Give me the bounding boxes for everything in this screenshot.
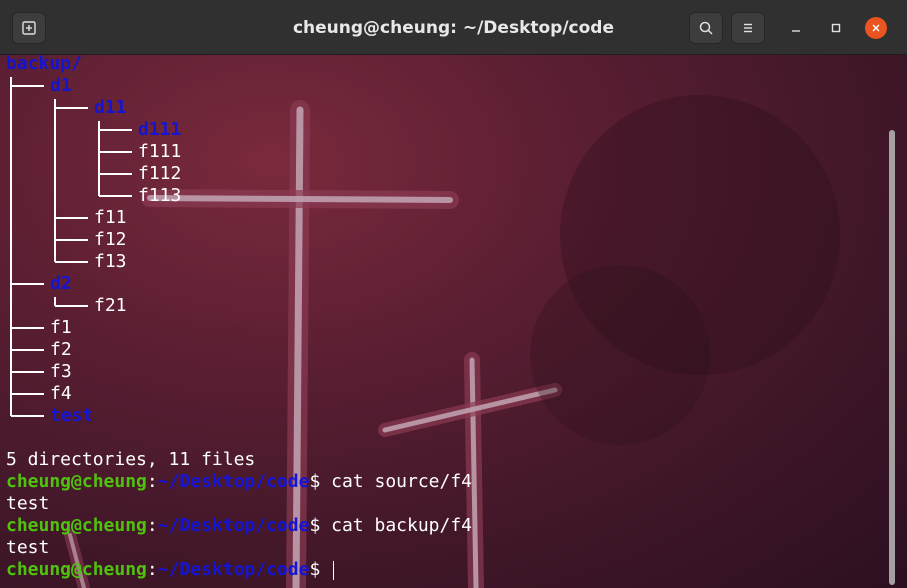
prompt-line-current[interactable]: cheung@cheung:~/Desktop/code$: [6, 559, 335, 581]
text-cursor: [333, 560, 335, 580]
minimize-icon: [792, 30, 800, 32]
tree-file-f1: f1: [50, 317, 72, 338]
prompt-dollar: $: [309, 559, 321, 580]
command-text: cat backup/f4: [320, 515, 473, 536]
tree-file-f2: f2: [50, 339, 72, 360]
command-output: test: [6, 493, 50, 514]
window-title: cheung@cheung: ~/Desktop/code: [292, 18, 615, 38]
prompt-line-1: cheung@cheung:~/Desktop/code$ cat source…: [6, 471, 472, 493]
tree-file-f21: f21: [94, 295, 127, 316]
prompt-user-host: cheung@cheung: [6, 515, 147, 536]
tree-file-f113: f113: [138, 185, 182, 206]
tree-summary: 5 directories, 11 files: [6, 449, 256, 470]
prompt-dollar: $: [309, 471, 321, 492]
tree-root: backup/: [6, 55, 82, 74]
tree-lines: [10, 77, 132, 417]
command-output: test: [6, 537, 50, 558]
maximize-button[interactable]: [826, 18, 846, 38]
tree-file-f111: f111: [138, 141, 182, 162]
prompt-colon: :: [146, 515, 158, 536]
prompt-path: ~/Desktop/code: [157, 515, 310, 536]
search-icon: [699, 21, 713, 35]
prompt-path: ~/Desktop/code: [157, 559, 310, 580]
search-button[interactable]: [689, 12, 723, 44]
tree-dir-test: test: [50, 405, 94, 426]
tree-file-f12: f12: [94, 229, 127, 250]
maximize-icon: [831, 23, 841, 33]
tree-dir-d11: d11: [94, 97, 127, 118]
tree-file-f4: f4: [50, 383, 72, 404]
close-icon: [872, 24, 880, 32]
tree-dir-d1: d1: [50, 75, 72, 96]
prompt-user-host: cheung@cheung: [6, 471, 147, 492]
terminal-area[interactable]: backup/ d1 d11 d111 f111 f112 f113 f11 f…: [0, 55, 907, 588]
close-button[interactable]: [865, 17, 887, 39]
hamburger-menu-icon: [744, 23, 752, 33]
tree-dir-d2: d2: [50, 273, 72, 294]
minimize-button[interactable]: [786, 18, 806, 38]
tree-file-f3: f3: [50, 361, 72, 382]
tree-dir-d111: d111: [138, 119, 182, 140]
prompt-line-2: cheung@cheung:~/Desktop/code$ cat backup…: [6, 515, 472, 537]
command-input[interactable]: [320, 559, 331, 580]
title-bar: cheung@cheung: ~/Desktop/code: [0, 0, 907, 55]
prompt-path: ~/Desktop/code: [157, 471, 310, 492]
prompt-colon: :: [146, 559, 158, 580]
prompt-user-host: cheung@cheung: [6, 559, 147, 580]
prompt-dollar: $: [309, 515, 321, 536]
command-text: cat source/f4: [320, 471, 473, 492]
menu-button[interactable]: [731, 12, 765, 44]
tree-file-f11: f11: [94, 207, 127, 228]
tree-file-f112: f112: [138, 163, 182, 184]
prompt-colon: :: [146, 471, 158, 492]
scrollbar-thumb[interactable]: [889, 130, 895, 585]
tree-file-f13: f13: [94, 251, 127, 272]
